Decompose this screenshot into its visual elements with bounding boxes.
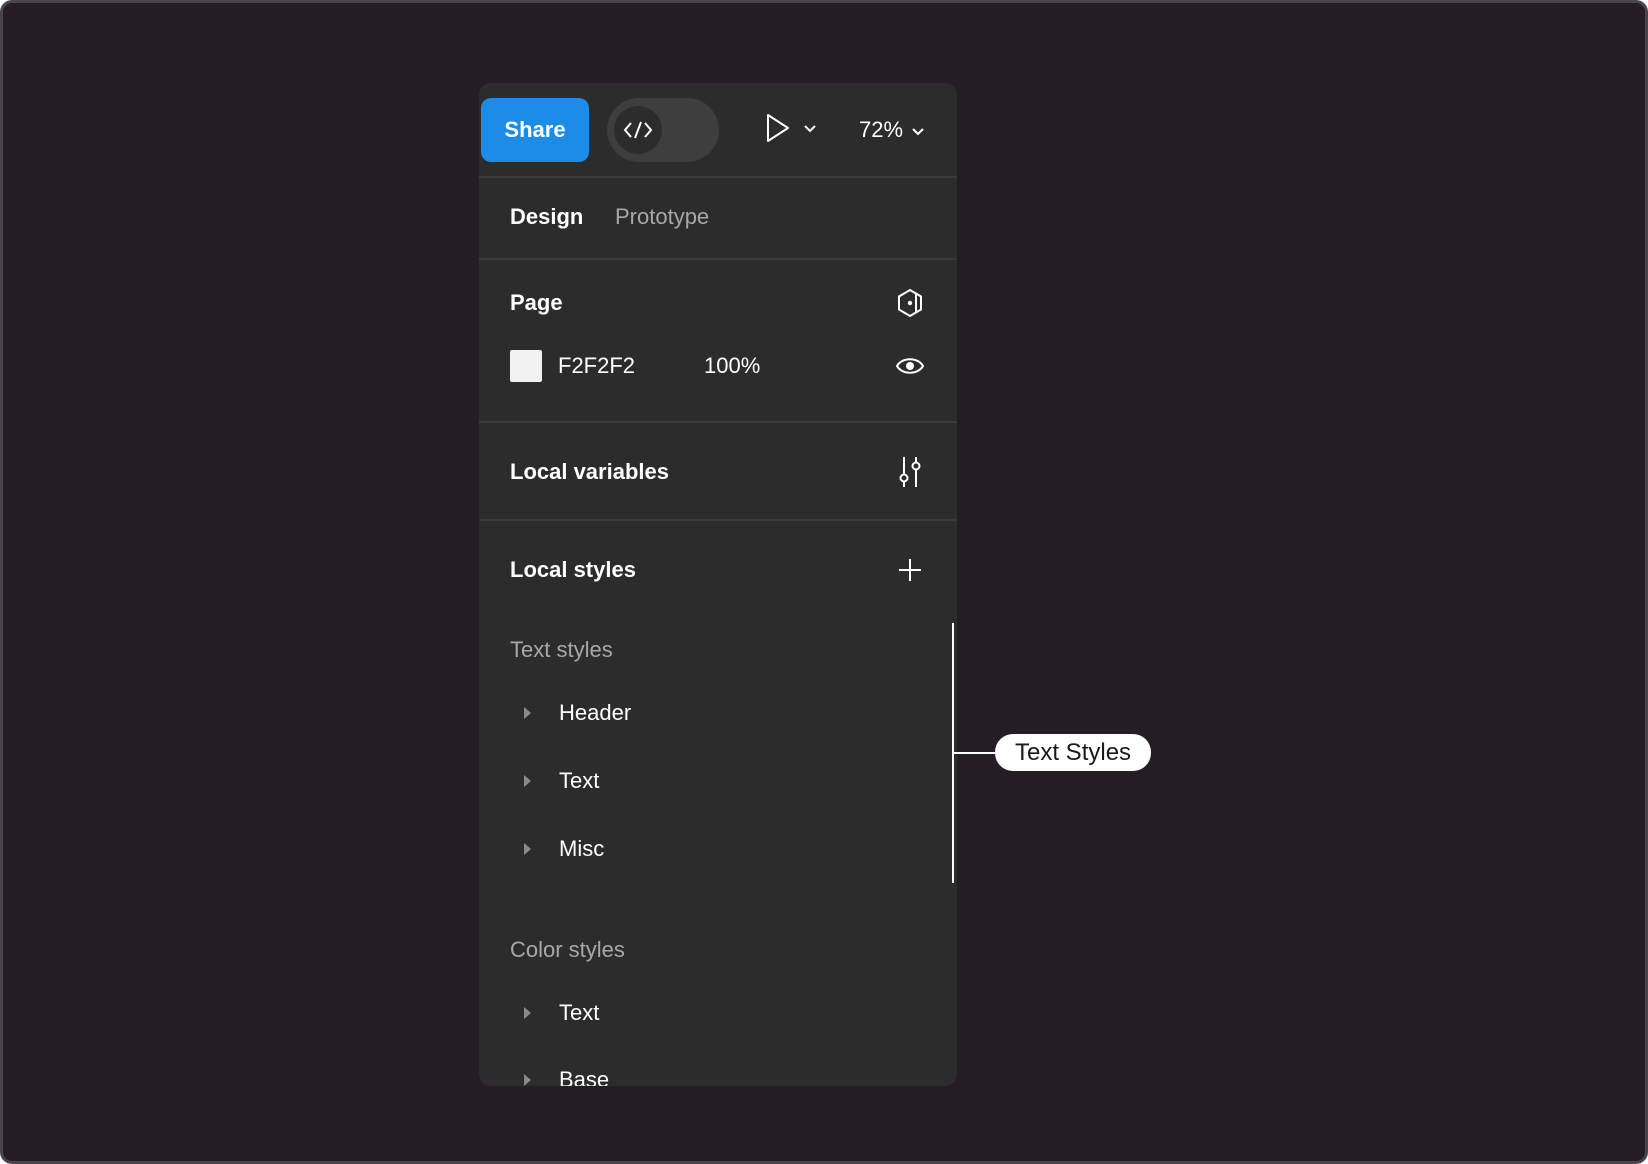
- local-variables-title: Local variables: [510, 459, 669, 484]
- tab-design[interactable]: Design: [510, 204, 583, 230]
- properties-panel: Share 72% Design Prototype Page F2F2F2 1…: [479, 83, 957, 1086]
- zoom-value: 72%: [859, 117, 904, 142]
- local-styles-section: Local styles Text styles Header Text Mis…: [479, 521, 957, 1086]
- caret-right-icon[interactable]: [524, 843, 531, 855]
- page-section: Page F2F2F2 100%: [479, 260, 957, 423]
- panel-tabs: Design Prototype: [479, 178, 957, 260]
- plus-icon[interactable]: [894, 555, 926, 590]
- tab-prototype[interactable]: Prototype: [615, 204, 709, 230]
- local-variables-section: Local variables: [479, 423, 957, 521]
- style-item-label: Base: [559, 1067, 610, 1086]
- style-item-label: Text: [559, 1000, 600, 1025]
- caret-right-icon[interactable]: [524, 1074, 531, 1086]
- style-item-label: Misc: [559, 836, 605, 861]
- annotation-connector: [954, 752, 996, 754]
- caret-right-icon[interactable]: [524, 707, 531, 719]
- library-icon[interactable]: [894, 287, 926, 324]
- share-button[interactable]: Share: [481, 98, 589, 162]
- list-item[interactable]: Text: [510, 766, 599, 796]
- sliders-icon[interactable]: [894, 455, 926, 494]
- style-item-label: Header: [559, 700, 632, 725]
- dev-mode-toggle[interactable]: [607, 98, 719, 162]
- text-styles-heading: Text styles: [510, 637, 613, 662]
- list-item[interactable]: Header: [510, 698, 631, 728]
- list-item[interactable]: Text: [510, 998, 599, 1028]
- present-button[interactable]: [765, 105, 829, 155]
- annotation-callout: Text Styles: [995, 734, 1152, 771]
- page-color-hex[interactable]: F2F2F2: [558, 353, 635, 379]
- chevron-down-icon: [911, 117, 925, 143]
- page-color-swatch[interactable]: [510, 350, 542, 382]
- code-icon: [614, 106, 662, 154]
- chevron-down-icon: [803, 121, 817, 139]
- local-styles-title: Local styles: [510, 557, 636, 582]
- eye-icon[interactable]: [894, 352, 926, 385]
- page-opacity[interactable]: 100%: [704, 353, 760, 379]
- zoom-dropdown[interactable]: 72%: [859, 105, 925, 155]
- canvas-frame: Share 72% Design Prototype Page F2F2F2 1…: [0, 0, 1648, 1164]
- color-styles-heading: Color styles: [510, 937, 625, 962]
- play-icon: [765, 113, 791, 148]
- caret-right-icon[interactable]: [524, 1007, 531, 1019]
- list-item[interactable]: Misc: [510, 834, 604, 864]
- page-title: Page: [510, 290, 563, 315]
- toolbar: Share 72%: [479, 83, 957, 178]
- style-item-label: Text: [559, 768, 600, 793]
- caret-right-icon[interactable]: [524, 775, 531, 787]
- list-item[interactable]: Base: [510, 1065, 609, 1086]
